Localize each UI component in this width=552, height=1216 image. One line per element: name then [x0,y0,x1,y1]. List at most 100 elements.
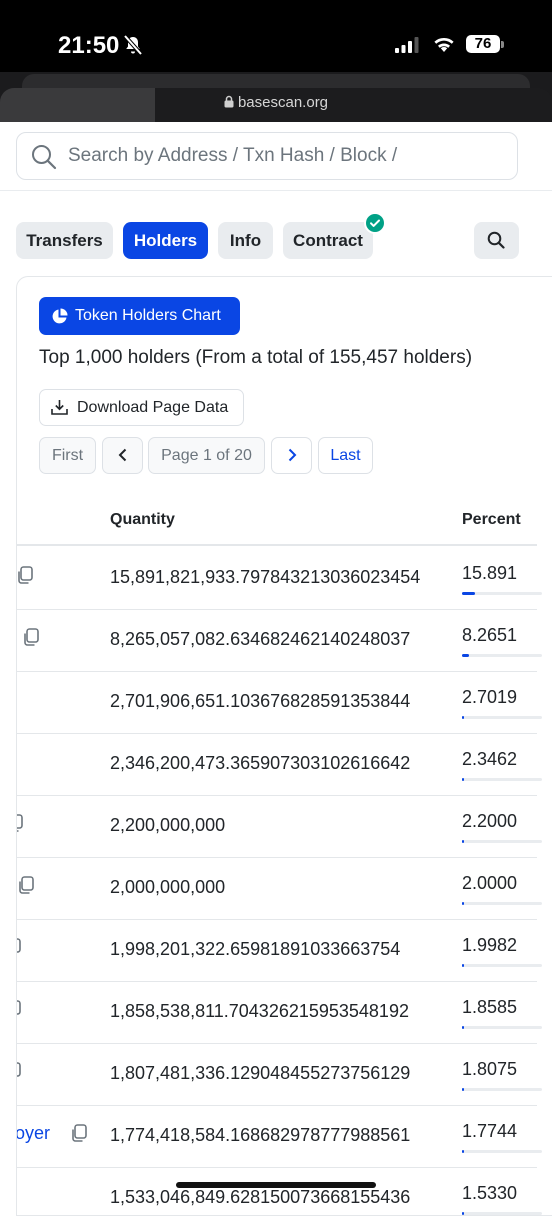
percentage-bar-fill [462,840,464,843]
holder-percentage: 1.9982 [462,935,518,955]
percentage-bar-fill [462,778,464,781]
search-placeholder: Search by Address / Txn Hash / Block / [68,145,398,166]
holder-quantity: 1,533,046,849.628150073668155436 [110,1187,411,1207]
copy-icon[interactable] [16,565,35,585]
table-row: 1,533,046,849.628150073668155436 1.5330 [17,1167,542,1215]
holder-quantity: 1,774,418,584.168682978777988561 [110,1125,411,1145]
token-holders-chart-button[interactable]: Token Holders Chart [39,297,240,335]
percentage-bar-fill [462,716,464,719]
percentage-bar [462,902,542,905]
percentage-bar [462,592,542,595]
table-row: 1,858,538,811.704326215953548192 1.8585 [16,981,542,1044]
holder-quantity: 1,858,538,811.704326215953548192 [110,1001,409,1021]
bell-slash-icon [123,34,143,56]
chevron-left-icon [118,448,126,462]
table-row: loyer 1,774,418,584.168682978777988561 1.7… [17,1105,542,1168]
holder-percentage: 1.8075 [462,1059,518,1079]
download-label: Download Page Data [77,399,229,416]
holder-quantity: 1,807,481,336.129048455273756129 [110,1063,411,1083]
url-text: basescan.org [237,94,329,111]
table-row: 2,346,200,473.365907303102616642 2.3462 [17,733,542,796]
holder-percentage: 8.2651 [462,625,518,645]
download-icon [51,400,68,415]
percentage-bar-fill [462,1026,464,1029]
percentage-bar [462,1088,542,1091]
home-indicator [176,1182,376,1188]
tab-transfers[interactable]: Transfers [16,222,113,259]
pagination-next[interactable] [271,437,312,474]
table-row: 1,807,481,336.129048455273756129 1.8075 [16,1043,542,1106]
search-icon [487,231,505,249]
percentage-bar [462,1212,542,1215]
percentage-bar [462,840,542,843]
tab-contract[interactable]: Contract [283,222,373,259]
percentage-bar [462,1026,542,1029]
check-icon [370,219,380,227]
holder-percentage: 2.2000 [462,811,518,831]
percentage-bar [462,1150,542,1153]
percentage-bar [462,778,542,781]
copy-icon[interactable] [16,999,23,1019]
tab-holders[interactable]: Holders [123,222,208,259]
holder-percentage: 1.8585 [462,997,518,1017]
holders-card: Token Holders Chart Top 1,000 holders (F… [16,276,552,1216]
copy-icon[interactable] [16,1061,23,1081]
copy-icon[interactable] [16,937,23,957]
percentage-bar-fill [462,1150,464,1153]
table-row: 2,701,906,651.103676828591353844 2.7019 [17,671,542,734]
wifi-icon [434,37,454,52]
tab-info[interactable]: Info [218,222,273,259]
table-header-divider [17,544,537,546]
holder-percentage: 2.7019 [462,687,518,707]
pagination-first[interactable]: First [39,437,96,474]
search-input[interactable]: Search by Address / Txn Hash / Block / [16,132,518,180]
table-row: 2,000,000,000 2.0000 [16,857,542,920]
holder-percentage: 2.0000 [462,873,518,893]
percentage-bar-fill [462,1212,464,1215]
holder-address-link[interactable]: loyer [17,1123,50,1144]
holder-quantity: 2,701,906,651.103676828591353844 [110,691,411,711]
column-quantity: Quantity [110,511,175,528]
lock-icon [224,95,234,108]
holder-quantity: 2,200,000,000 [110,815,226,835]
table-row: 15,891,821,933.797843213036023454 15.891 [16,547,542,610]
copy-icon[interactable] [21,627,41,647]
status-time: 21:50 [58,32,120,59]
percentage-bar-fill [462,902,464,905]
pagination-page-indicator: Page 1 of 20 [148,437,265,474]
address-bar-url[interactable]: basescan.org [0,94,552,111]
column-percentage: Percent [462,511,521,528]
pagination-last[interactable]: Last [318,437,373,474]
holder-percentage: 1.7744 [462,1121,518,1141]
percentage-bar-fill [462,964,464,967]
pie-chart-icon [52,308,68,324]
percentage-bar [462,716,542,719]
holders-summary: Top 1,000 holders (From a total of 155,4… [39,347,473,368]
holder-percentage: 15.891 [462,563,518,583]
holder-quantity: 15,891,821,933.797843213036023454 [110,567,421,587]
percentage-bar-fill [462,654,469,657]
signal-icon [395,37,419,53]
pagination-prev[interactable] [102,437,143,474]
copy-icon[interactable] [16,875,36,895]
chart-button-label: Token Holders Chart [75,307,221,324]
holder-quantity: 2,000,000,000 [110,877,226,897]
battery-indicator: 76 [466,35,500,53]
search-icon [32,145,57,170]
holder-quantity: 1,998,201,322.65981891033663754 [110,939,401,959]
filter-search-button[interactable] [474,222,519,259]
download-page-data-button[interactable]: Download Page Data [39,389,244,426]
table-row: 2,200,000,000 2.2000 [16,795,542,858]
copy-icon[interactable] [69,1123,89,1143]
holder-quantity: 2,346,200,473.365907303102616642 [110,753,411,773]
copy-icon[interactable] [16,813,25,833]
verified-badge [364,212,386,234]
holder-quantity: 8,265,057,082.634682462140248037 [110,629,411,649]
table-row: 1,998,201,322.65981891033663754 1.9982 [16,919,542,982]
chevron-right-icon [288,448,296,462]
percentage-bar [462,654,542,657]
divider [0,190,552,191]
battery-tip [501,41,504,48]
percentage-bar-fill [462,1088,464,1091]
percentage-bar-fill [462,592,475,595]
